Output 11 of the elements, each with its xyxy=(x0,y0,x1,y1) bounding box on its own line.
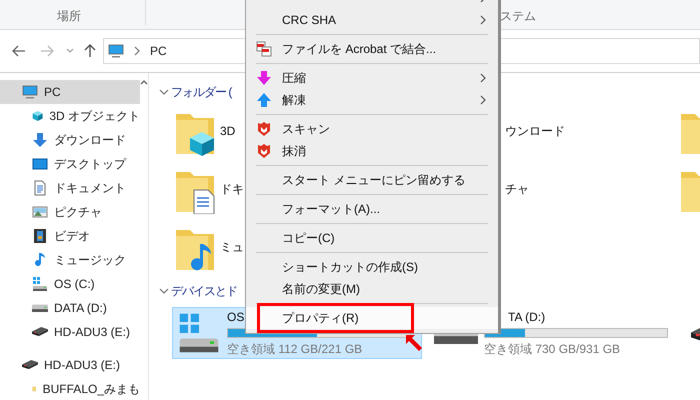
ribbon-group-label: ステム xyxy=(500,8,536,25)
drive-name: TA (D:) xyxy=(507,309,546,326)
drive-name: OS xyxy=(227,309,244,326)
folder-label: ウンロード xyxy=(505,123,565,140)
folder-label: ミュ xyxy=(220,239,244,256)
free-space: 空き領域 730 GB/931 GB xyxy=(484,341,622,358)
folder-label: 3D xyxy=(220,123,236,140)
free-space: 空き領域 112 GB/221 GB xyxy=(227,341,364,358)
ribbon-group-label: 場所 xyxy=(57,8,82,25)
folder-label: チャ xyxy=(505,181,529,198)
folder-label: ドキ xyxy=(220,181,244,198)
